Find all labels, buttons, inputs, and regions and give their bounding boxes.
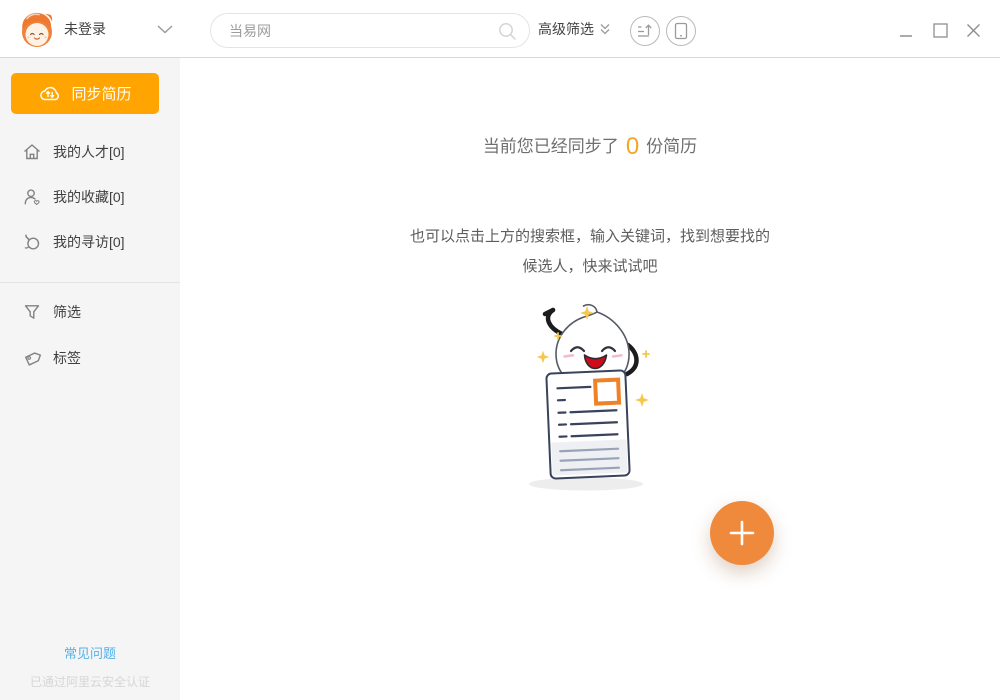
search-input[interactable] <box>211 14 529 47</box>
close-button[interactable] <box>963 20 983 40</box>
double-chevron-down-icon <box>598 22 612 36</box>
sync-resume-button[interactable]: 同步简历 <box>11 73 159 114</box>
tag-icon <box>22 348 42 368</box>
sync-count: 0 <box>626 133 639 160</box>
search-hint-line1: 也可以点击上方的搜索框，输入关键词，找到想要找的 <box>180 222 1000 252</box>
sidebar-item-label: 筛选 <box>53 302 81 322</box>
advanced-filter-label: 高级筛选 <box>538 19 594 39</box>
search-hint-line2: 候选人，快来试试吧 <box>180 252 1000 282</box>
mascot-resume-illustration <box>470 300 700 495</box>
minimize-button[interactable] <box>896 22 916 42</box>
security-certification-note: 已通过阿里云安全认证 <box>0 673 180 690</box>
funnel-icon <box>22 302 42 322</box>
upload-list-icon[interactable] <box>630 16 660 46</box>
plus-icon <box>729 520 755 546</box>
sidebar-item-filter[interactable]: 筛选 <box>0 296 180 328</box>
sync-status-heading: 当前您已经同步了 0 份简历 <box>180 132 1000 161</box>
sidebar-item-my-favorites[interactable]: 我的收藏[0] <box>0 181 180 213</box>
add-button[interactable] <box>710 501 774 565</box>
sidebar-item-label: 我的人才[0] <box>53 142 125 162</box>
maximize-button[interactable] <box>930 20 950 40</box>
sync-status-suffix: 份简历 <box>646 137 697 156</box>
advanced-filter-button[interactable]: 高级筛选 <box>538 0 612 58</box>
sidebar-item-label: 我的寻访[0] <box>53 232 125 252</box>
sync-status-prefix: 当前您已经同步了 <box>483 137 619 156</box>
magnifier-icon <box>22 232 42 252</box>
cloud-sync-icon <box>38 84 62 103</box>
sidebar-item-tags[interactable]: 标签 <box>0 342 180 374</box>
login-status-label[interactable]: 未登录 <box>64 0 106 58</box>
sidebar-item-label: 我的收藏[0] <box>53 187 125 207</box>
home-icon <box>22 142 42 162</box>
chevron-down-icon[interactable] <box>157 25 173 34</box>
sync-resume-label: 同步简历 <box>71 83 131 104</box>
device-icon[interactable] <box>666 16 696 46</box>
sidebar-item-my-visits[interactable]: 我的寻访[0] <box>0 226 180 258</box>
app-logo-icon <box>17 9 57 49</box>
sidebar-divider <box>0 282 180 283</box>
search-hint-text: 也可以点击上方的搜索框，输入关键词，找到想要找的 候选人，快来试试吧 <box>180 222 1000 282</box>
title-bar: 未登录 高级筛选 <box>0 0 1000 58</box>
search-box[interactable] <box>210 13 530 48</box>
person-heart-icon <box>22 187 42 207</box>
sidebar: 同步简历 我的人才[0] 我的收藏[0] <box>0 58 180 700</box>
sidebar-item-label: 标签 <box>53 348 81 368</box>
search-icon[interactable] <box>497 21 518 42</box>
main-content: 当前您已经同步了 0 份简历 也可以点击上方的搜索框，输入关键词，找到想要找的 候选… <box>180 58 1000 700</box>
faq-link[interactable]: 常见问题 <box>0 643 180 662</box>
sidebar-item-my-talents[interactable]: 我的人才[0] <box>0 136 180 168</box>
